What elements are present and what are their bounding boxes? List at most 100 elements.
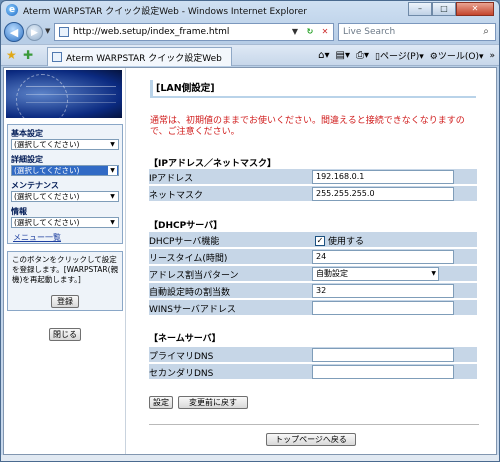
assign-count-label: 自動設定時の割当数 [149,288,231,298]
chevron-down-icon: ▼ [108,218,117,227]
maximize-button[interactable]: □ [432,2,456,16]
ie-logo-icon: e [6,4,18,16]
tools-menu[interactable]: ⚙ツール(O)▾ [430,49,484,62]
chevron-down-icon: ▼ [431,270,436,277]
lease-time-field[interactable]: 24 [312,250,454,264]
select-advanced[interactable]: (選択してください) ▼ [11,165,119,176]
primary-dns-row: プライマリDNS [149,347,477,363]
window-title: Aterm WARPSTAR クイック設定Web - Windows Inter… [23,6,307,17]
dhcp-enable-checkbox[interactable]: ✓ [315,235,325,246]
feeds-icon[interactable]: ▤▾ [336,50,350,61]
search-input[interactable]: Live Search ⌕ [338,23,496,41]
page-menu[interactable]: ▯ページ(P)▾ [375,49,424,62]
page-title: [LAN側設定] [150,80,476,98]
dhcp-function-checkbox-wrap: ✓ 使用する [315,234,364,247]
page-menu-label: ページ(P) [379,52,420,62]
menu-list-link[interactable]: メニュー一覧 [13,232,61,243]
page-content: 基本設定 (選択してください) ▼ 詳細設定 (選択してください) ▼ メンテナ… [3,67,497,455]
select-maintenance[interactable]: (選択してください) ▼ [11,191,119,202]
menu-category-maintenance: メンテナンス [11,181,59,190]
search-icon[interactable]: ⌕ [477,24,495,40]
refresh-icon[interactable]: ↻ [303,25,317,39]
address-pattern-select[interactable]: 自動設定 ▼ [312,267,439,281]
menu-category-advanced: 詳細設定 [11,155,43,164]
ip-address-label: IPアドレス [149,174,194,184]
secondary-dns-label: セカンダリDNS [149,369,214,379]
warning-text: 通常は、初期値のままでお使いください。間違えると接続できなくなりますので、ご注意… [150,116,465,137]
command-bar: ⌂▾ ▤▾ ⎙▾ ▯ページ(P)▾ ⚙ツール(O)▾ » [318,49,495,62]
select-info[interactable]: (選択してください) ▼ [11,217,119,228]
primary-dns-label: プライマリDNS [149,352,214,362]
back-button[interactable]: ◀ [4,22,24,42]
netmask-label: ネットマスク [149,191,204,201]
address-bar: ◀ ▶ ▼ http://web.setup/index_frame.html … [1,21,499,43]
add-favorites-icon[interactable]: ✚ [23,48,37,62]
tab-aterm[interactable]: Aterm WARPSTAR クイック設定Web [47,47,232,66]
address-pattern-label: アドレス割当パターン [149,271,239,281]
more-icon[interactable]: » [489,51,495,61]
wins-field[interactable] [312,301,454,315]
ip-section-title: 【IPアドレス／ネットマスク】 [149,159,276,169]
divider [149,424,479,425]
set-button[interactable]: 設定 [149,396,173,409]
secondary-dns-row: セカンダリDNS [149,364,477,380]
select-maintenance-value: (選択してください) [14,192,80,201]
forward-button[interactable]: ▶ [26,24,43,41]
close-page-button[interactable]: 閉じる [49,328,81,341]
chevron-down-icon: ▼ [108,166,117,175]
window-controls: – □ ✕ [408,2,494,16]
netmask-row: ネットマスク 255.255.255.0 [149,186,477,202]
assign-count-field[interactable]: 32 [312,284,454,298]
dhcp-enable-label: 使用する [328,237,365,247]
history-dropdown-icon[interactable]: ▼ [45,27,50,35]
revert-button[interactable]: 変更前に戻す [178,396,248,409]
favorites-star-icon[interactable]: ★ [6,48,20,62]
url-field[interactable]: http://web.setup/index_frame.html ▼ ↻ ✕ [54,23,334,41]
home-icon[interactable]: ⌂▾ [318,50,329,61]
register-button[interactable]: 登録 [51,295,79,308]
ip-address-row: IPアドレス 192.168.0.1 [149,169,477,185]
lease-time-row: リースタイム(時間) 24 [149,249,477,265]
print-icon[interactable]: ⎙▾ [356,50,369,61]
sidebar-menu: 基本設定 (選択してください) ▼ 詳細設定 (選択してください) ▼ メンテナ… [7,124,123,244]
register-box: このボタンをクリックして設定を登録します。[WARPSTAR(親機)を再起動しま… [7,251,123,311]
back-to-top-button[interactable]: トップページへ戻る [266,433,356,446]
dns-section-title: 【ネームサーバ】 [149,334,221,344]
warpstar-banner [6,70,122,118]
assign-count-row: 自動設定時の割当数 32 [149,283,477,299]
dhcp-function-row: DHCPサーバ機能 ✓ 使用する [149,232,477,248]
primary-dns-field[interactable] [312,348,454,362]
select-basic[interactable]: (選択してください) ▼ [11,139,119,150]
ip-address-field[interactable]: 192.168.0.1 [312,170,454,184]
close-window-button[interactable]: ✕ [456,2,494,16]
select-basic-value: (選択してください) [14,140,80,149]
wins-label: WINSサーバアドレス [149,305,236,315]
address-pattern-row: アドレス割当パターン 自動設定 ▼ [149,266,477,282]
url-dropdown-icon[interactable]: ▼ [288,25,302,39]
browser-window: e Aterm WARPSTAR クイック設定Web - Windows Int… [0,0,500,462]
register-description: このボタンをクリックして設定を登録します。[WARPSTAR(親機)を再起動しま… [12,255,119,284]
dhcp-function-label: DHCPサーバ機能 [149,237,220,247]
url-text[interactable]: http://web.setup/index_frame.html [73,27,288,37]
address-pattern-value: 自動設定 [316,269,348,278]
stop-icon[interactable]: ✕ [318,25,332,39]
secondary-dns-field[interactable] [312,365,454,379]
title-bar: e Aterm WARPSTAR クイック設定Web - Windows Int… [1,1,499,19]
status-bar [1,455,499,461]
sidebar: 基本設定 (選択してください) ▼ 詳細設定 (選択してください) ▼ メンテナ… [4,68,126,454]
tab-bar: ★ ✚ Aterm WARPSTAR クイック設定Web ⌂▾ ▤▾ ⎙▾ ▯ペ… [1,44,499,66]
chevron-down-icon: ▼ [108,192,117,201]
search-placeholder: Live Search [343,27,396,37]
chevron-down-icon: ▼ [108,140,117,149]
tab-page-icon [52,52,62,62]
wins-row: WINSサーバアドレス [149,300,477,316]
dhcp-section-title: 【DHCPサーバ】 [149,221,223,231]
menu-category-basic: 基本設定 [11,129,43,138]
minimize-button[interactable]: – [408,2,432,16]
tab-title: Aterm WARPSTAR クイック設定Web [66,53,222,64]
main-panel: [LAN側設定] 通常は、初期値のままでお使いください。間違えると接続できなくな… [144,68,494,454]
select-info-value: (選択してください) [14,218,80,227]
select-advanced-value: (選択してください) [14,166,80,175]
netmask-field[interactable]: 255.255.255.0 [312,187,454,201]
menu-category-info: 情報 [11,207,27,216]
